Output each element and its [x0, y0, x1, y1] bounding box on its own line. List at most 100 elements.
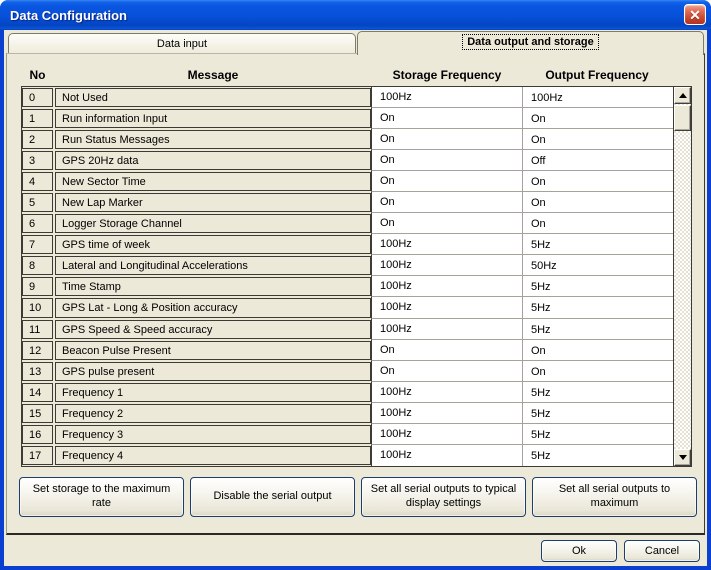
cell-message: Frequency 3 — [55, 425, 371, 444]
cell-storage[interactable]: On — [371, 361, 522, 382]
scroll-up-icon — [679, 93, 687, 98]
cell-storage[interactable]: On — [371, 129, 522, 150]
cell-output[interactable]: 5Hz — [522, 445, 673, 466]
table-row[interactable]: 15Frequency 2100Hz5Hz — [22, 403, 673, 424]
cell-storage[interactable]: 100Hz — [371, 255, 522, 276]
cell-no: 12 — [22, 341, 53, 360]
cell-output[interactable]: Off — [522, 150, 673, 171]
cell-no: 4 — [22, 172, 53, 191]
cell-no: 9 — [22, 277, 53, 296]
cell-storage[interactable]: On — [371, 108, 522, 129]
tab-data-output-label: Data output and storage — [463, 35, 598, 49]
cell-output[interactable]: On — [522, 213, 673, 234]
cell-output[interactable]: 50Hz — [522, 255, 673, 276]
scroll-down-icon — [679, 455, 687, 460]
cell-storage[interactable]: 100Hz — [371, 382, 522, 403]
cell-storage[interactable]: 100Hz — [371, 319, 522, 340]
scrollbar-thumb[interactable] — [674, 105, 691, 131]
cell-message: Run information Input — [55, 109, 371, 128]
table-row[interactable]: 10GPS Lat - Long & Position accuracy100H… — [22, 297, 673, 318]
table-row[interactable]: 8Lateral and Longitudinal Accelerations1… — [22, 255, 673, 276]
disable-serial-output-button[interactable]: Disable the serial output — [190, 477, 355, 517]
table-row[interactable]: 1Run information InputOnOn — [22, 108, 673, 129]
table-row[interactable]: 7GPS time of week100Hz5Hz — [22, 234, 673, 255]
set-storage-maximum-button[interactable]: Set storage to the maximum rate — [19, 477, 184, 517]
window-title: Data Configuration — [0, 8, 127, 23]
cell-no: 8 — [22, 256, 53, 275]
cell-no: 6 — [22, 214, 53, 233]
cancel-button[interactable]: Cancel — [624, 540, 700, 562]
cell-message: GPS Speed & Speed accuracy — [55, 320, 371, 339]
cell-output[interactable]: On — [522, 361, 673, 382]
table-row[interactable]: 16Frequency 3100Hz5Hz — [22, 424, 673, 445]
titlebar[interactable]: Data Configuration ✕ — [0, 0, 711, 30]
cell-output[interactable]: 5Hz — [522, 424, 673, 445]
cell-storage[interactable]: On — [371, 340, 522, 361]
cell-storage[interactable]: 100Hz — [371, 445, 522, 466]
cell-message: Beacon Pulse Present — [55, 341, 371, 360]
table-row[interactable]: 6Logger Storage ChannelOnOn — [22, 213, 673, 234]
table-row[interactable]: 13GPS pulse presentOnOn — [22, 361, 673, 382]
message-table: 0Not Used100Hz100Hz1Run information Inpu… — [21, 86, 692, 467]
cell-storage[interactable]: 100Hz — [371, 403, 522, 424]
cell-storage[interactable]: On — [371, 192, 522, 213]
tab-data-input[interactable]: Data input — [8, 33, 356, 54]
table-row[interactable]: 2Run Status MessagesOnOn — [22, 129, 673, 150]
table-row[interactable]: 3GPS 20Hz dataOnOff — [22, 150, 673, 171]
cell-storage[interactable]: 100Hz — [371, 424, 522, 445]
cell-output[interactable]: On — [522, 192, 673, 213]
tab-data-input-label: Data input — [157, 38, 207, 50]
table-row[interactable]: 11GPS Speed & Speed accuracy100Hz5Hz — [22, 319, 673, 340]
close-icon: ✕ — [689, 8, 701, 22]
ok-button[interactable]: Ok — [541, 540, 617, 562]
cell-storage[interactable]: 100Hz — [371, 234, 522, 255]
cell-no: 11 — [22, 320, 53, 339]
cell-storage[interactable]: 100Hz — [371, 276, 522, 297]
cell-storage[interactable]: 100Hz — [371, 87, 522, 108]
cell-output[interactable]: 5Hz — [522, 403, 673, 424]
cell-message: GPS time of week — [55, 235, 371, 254]
tab-data-output-and-storage[interactable]: Data output and storage — [357, 31, 704, 55]
cell-no: 10 — [22, 298, 53, 317]
cell-storage[interactable]: On — [371, 171, 522, 192]
cell-output[interactable]: On — [522, 340, 673, 361]
scroll-down-button[interactable] — [674, 449, 691, 466]
cell-output[interactable]: 100Hz — [522, 87, 673, 108]
vertical-scrollbar[interactable] — [673, 87, 691, 466]
table-row[interactable]: 17Frequency 4100Hz5Hz — [22, 445, 673, 466]
table-row[interactable]: 9Time Stamp100Hz5Hz — [22, 276, 673, 297]
cell-output[interactable]: 5Hz — [522, 382, 673, 403]
cell-no: 2 — [22, 130, 53, 149]
table-row[interactable]: 0Not Used100Hz100Hz — [22, 87, 673, 108]
cell-output[interactable]: 5Hz — [522, 234, 673, 255]
cell-output[interactable]: On — [522, 129, 673, 150]
cell-no: 1 — [22, 109, 53, 128]
cell-output[interactable]: On — [522, 171, 673, 192]
cell-message: Lateral and Longitudinal Accelerations — [55, 256, 371, 275]
table-row[interactable]: 5New Lap MarkerOnOn — [22, 192, 673, 213]
table-row[interactable]: 4New Sector TimeOnOn — [22, 171, 673, 192]
tab-panel: No Message Storage Frequency Output Freq… — [6, 53, 705, 535]
cell-storage[interactable]: 100Hz — [371, 297, 522, 318]
close-button[interactable]: ✕ — [684, 4, 706, 25]
cell-storage[interactable]: On — [371, 213, 522, 234]
cell-no: 3 — [22, 151, 53, 170]
cell-output[interactable]: 5Hz — [522, 297, 673, 318]
cell-no: 14 — [22, 383, 53, 402]
action-button-row: Set storage to the maximum rate Disable … — [19, 477, 697, 517]
cell-storage[interactable]: On — [371, 150, 522, 171]
cell-output[interactable]: 5Hz — [522, 276, 673, 297]
cell-output[interactable]: On — [522, 108, 673, 129]
table-row[interactable]: 12Beacon Pulse PresentOnOn — [22, 340, 673, 361]
table-row[interactable]: 14Frequency 1100Hz5Hz — [22, 382, 673, 403]
cell-message: Run Status Messages — [55, 130, 371, 149]
serial-outputs-typical-button[interactable]: Set all serial outputs to typical displa… — [361, 477, 526, 517]
cell-no: 7 — [22, 235, 53, 254]
cell-no: 13 — [22, 362, 53, 381]
serial-outputs-maximum-button[interactable]: Set all serial outputs to maximum — [532, 477, 697, 517]
header-storage-frequency: Storage Frequency — [372, 68, 522, 82]
scroll-up-button[interactable] — [674, 87, 691, 104]
cell-output[interactable]: 5Hz — [522, 319, 673, 340]
cell-message: Time Stamp — [55, 277, 371, 296]
cell-message: Frequency 2 — [55, 404, 371, 423]
